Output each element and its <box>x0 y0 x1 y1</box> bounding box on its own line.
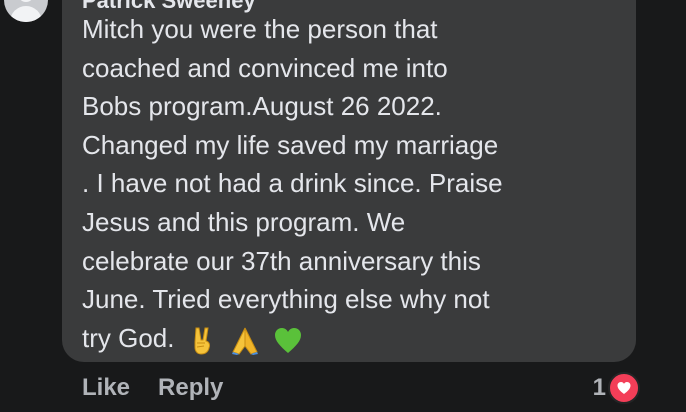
comment-line: try God. <box>82 322 175 353</box>
comment-line: coached and convinced me into <box>82 52 448 83</box>
comment-last-line: try God. <box>82 319 630 358</box>
comment-screen: Patrick Sweeney Mitch you were the perso… <box>0 0 686 412</box>
reaction-count: 1 <box>592 374 606 401</box>
comment-line: . I have not had a drink since. Praise <box>82 168 503 199</box>
reply-button[interactable]: Reply <box>158 374 223 402</box>
avatar-head <box>18 0 34 2</box>
comment-line: celebrate our 37th anniversary this <box>82 245 481 276</box>
comment-line: Mitch you were the person that <box>82 14 438 44</box>
avatar-body <box>10 6 42 22</box>
folded-hands-icon <box>231 327 258 355</box>
comment-line: Jesus and this program. We <box>82 206 406 237</box>
like-button[interactable]: Like <box>82 374 130 402</box>
comment-line: Changed my life saved my marriage <box>82 129 499 160</box>
victory-hand-icon <box>194 327 210 355</box>
heart-reaction-icon <box>608 372 640 404</box>
comment-text: Mitch you were the person that coached a… <box>82 10 630 357</box>
comment-actions: Like Reply <box>82 369 251 407</box>
comment-line: Bobs program.August 26 2022. <box>82 91 442 122</box>
comment-line: June. Tried everything else why not <box>82 284 490 315</box>
green-heart-icon <box>275 327 302 353</box>
avatar[interactable] <box>4 0 48 22</box>
heart-icon <box>617 382 631 394</box>
reaction-summary[interactable]: 1 <box>593 370 640 406</box>
